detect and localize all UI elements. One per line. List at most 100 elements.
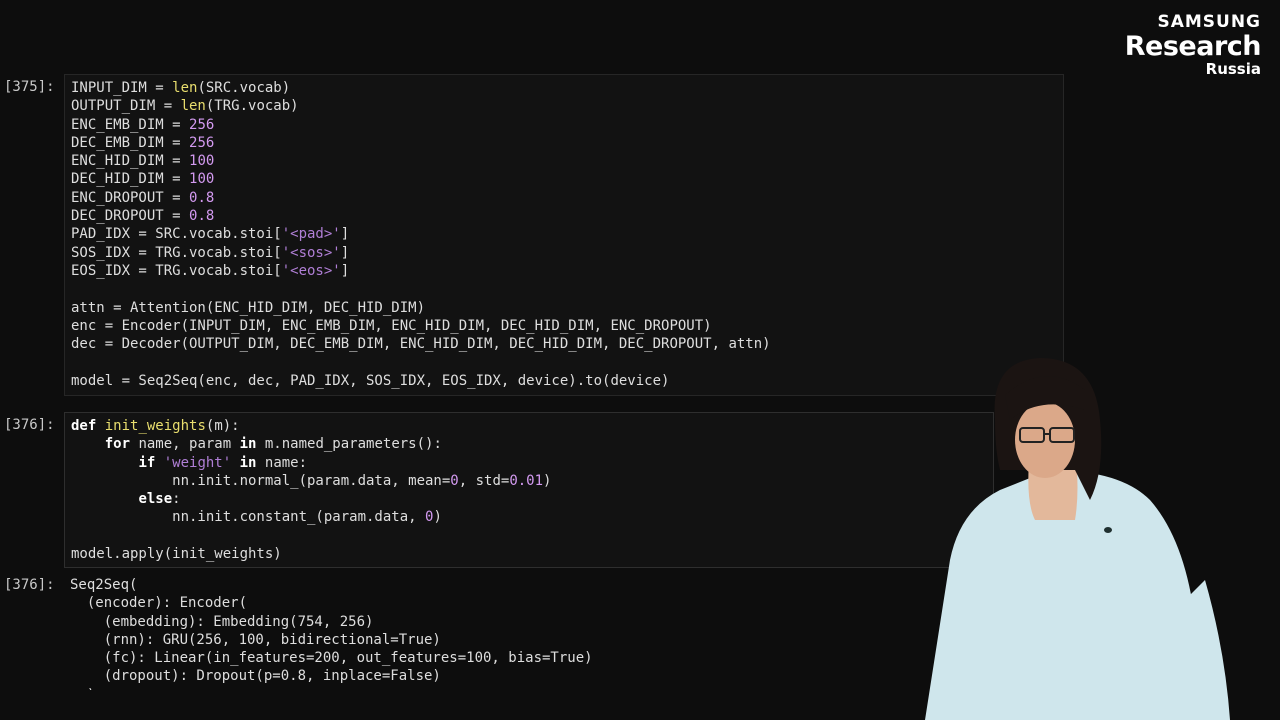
code-token: (SRC.vocab) <box>197 80 291 96</box>
code-token: nn.init.normal_(param.data, mean= <box>71 472 451 489</box>
output-line: (rnn): GRU(256, 100, bidirectional=True) <box>70 631 441 648</box>
code-token: (TRG.vocab) <box>205 98 299 115</box>
code-token: ) <box>433 509 442 526</box>
code-line: def init_weights(m): <box>71 417 993 435</box>
code-token: DEC_DROPOUT = <box>71 208 190 225</box>
code-line: DEC_DROPOUT = 0.8 <box>71 207 1063 225</box>
code-token: for <box>104 436 131 453</box>
code-line: ENC_EMB_DIM = 256 <box>71 116 1063 134</box>
code-token: else <box>138 491 173 508</box>
code-token: INPUT_DIM = <box>71 80 173 96</box>
code-line: nn.init.constant_(param.data, 0) <box>71 508 993 526</box>
code-token: (m): <box>205 418 240 434</box>
output-line: (encoder): Encoder( <box>70 595 248 612</box>
code-token: PAD_IDX = SRC.vocab.stoi[ <box>71 226 282 243</box>
code-line: dec = Decoder(OUTPUT_DIM, DEC_EMB_DIM, E… <box>71 335 1063 353</box>
output-line: (fc): Linear(in_features=200, out_featur… <box>70 650 593 667</box>
code-line: OUTPUT_DIM = len(TRG.vocab) <box>71 97 1063 115</box>
output-cell-376: [376]: Seq2Seq( (encoder): Encoder( (emb… <box>0 572 1000 690</box>
logo-line-research: Research <box>1124 31 1262 62</box>
cell-output: Seq2Seq( (encoder): Encoder( (embedding)… <box>64 572 593 690</box>
output-line: ) <box>70 686 593 690</box>
code-token: name: <box>256 454 308 471</box>
code-token: 0.01 <box>509 472 544 489</box>
code-token: '<eos>' <box>281 262 341 279</box>
code-token: DEC_HID_DIM = <box>71 171 190 188</box>
code-token: init_weights <box>104 418 206 434</box>
code-line: EOS_IDX = TRG.vocab.stoi['<eos>'] <box>71 262 1063 280</box>
code-line: ENC_HID_DIM = 100 <box>71 152 1063 170</box>
code-line: DEC_EMB_DIM = 256 <box>71 134 1063 152</box>
code-token: dec = Decoder(OUTPUT_DIM, DEC_EMB_DIM, E… <box>71 336 771 353</box>
code-token: 100 <box>189 171 215 188</box>
code-token: m.named_parameters(): <box>256 436 442 453</box>
code-token: ENC_HID_DIM = <box>71 153 190 170</box>
code-line: enc = Encoder(INPUT_DIM, ENC_EMB_DIM, EN… <box>71 317 1063 335</box>
code-token: 'weight' <box>163 454 232 471</box>
code-token: 256 <box>189 134 215 151</box>
code-token: OUTPUT_DIM = <box>71 98 181 115</box>
output-line: Seq2Seq( <box>70 577 138 593</box>
code-token: in <box>239 454 257 471</box>
code-line: PAD_IDX = SRC.vocab.stoi['<pad>'] <box>71 225 1063 243</box>
output-line: (dropout): Dropout(p=0.8, inplace=False) <box>70 668 441 685</box>
output-line: (embedding): Embedding(754, 256) <box>70 613 374 630</box>
code-token: enc = Encoder(INPUT_DIM, ENC_EMB_DIM, EN… <box>71 317 712 334</box>
logo-line-russia: Russia <box>1205 60 1261 78</box>
code-token: 256 <box>189 116 215 133</box>
code-line: if 'weight' in name: <box>71 454 993 472</box>
code-line: else: <box>71 490 993 508</box>
code-token: EOS_IDX = TRG.vocab.stoi[ <box>71 262 282 279</box>
code-token: model = Seq2Seq(enc, dec, PAD_IDX, SOS_I… <box>71 372 670 389</box>
code-token: ENC_DROPOUT = <box>71 189 190 206</box>
output-prompt: [376]: <box>4 577 55 593</box>
code-token: '<sos>' <box>281 244 341 261</box>
code-token: : <box>172 491 181 508</box>
code-token: nn.init.constant_(param.data, <box>71 509 426 526</box>
cell-prompt: [376]: <box>4 417 55 433</box>
code-token: attn = Attention(ENC_HID_DIM, DEC_HID_DI… <box>71 299 426 316</box>
code-token: '<pad>' <box>281 226 341 243</box>
code-token: len <box>180 98 206 115</box>
code-token: ] <box>340 244 350 261</box>
code-token: 0.8 <box>189 189 215 206</box>
code-token: DEC_EMB_DIM = <box>71 134 190 151</box>
code-line: model.apply(init_weights) <box>71 545 993 563</box>
code-line: nn.init.normal_(param.data, mean=0, std=… <box>71 472 993 490</box>
code-token: model.apply(init_weights) <box>71 546 282 563</box>
code-token: ] <box>340 226 350 243</box>
code-cell-375: [375]: INPUT_DIM = len(SRC.vocab) OUTPUT_… <box>0 74 1070 400</box>
code-token: 100 <box>189 153 215 170</box>
code-token: name, param <box>130 436 240 453</box>
code-token: def <box>71 418 97 434</box>
code-line: DEC_HID_DIM = 100 <box>71 170 1063 188</box>
code-editor[interactable]: INPUT_DIM = len(SRC.vocab) OUTPUT_DIM = l… <box>64 74 1064 396</box>
code-cell-376: [376]: def init_weights(m): for name, pa… <box>0 412 1070 570</box>
code-token: 0.8 <box>189 208 215 225</box>
code-token: in <box>239 436 257 453</box>
code-token: 0 <box>450 472 459 489</box>
code-token: ENC_EMB_DIM = <box>71 116 190 133</box>
code-token: SOS_IDX = TRG.vocab.stoi[ <box>71 244 282 261</box>
code-token: ) <box>543 472 552 489</box>
code-line: INPUT_DIM = len(SRC.vocab) <box>71 79 1063 97</box>
code-editor[interactable]: def init_weights(m): for name, param in … <box>64 412 994 568</box>
code-token: len <box>172 80 198 96</box>
code-line: attn = Attention(ENC_HID_DIM, DEC_HID_DI… <box>71 299 1063 317</box>
code-line: model = Seq2Seq(enc, dec, PAD_IDX, SOS_I… <box>71 372 1063 390</box>
code-line: ENC_DROPOUT = 0.8 <box>71 189 1063 207</box>
cell-prompt: [375]: <box>4 79 55 95</box>
code-token: if <box>138 454 156 471</box>
code-token: ] <box>340 262 350 279</box>
samsung-research-logo: SAMSUNG Research Russia <box>1124 12 1262 78</box>
logo-line-samsung: SAMSUNG <box>1157 12 1261 32</box>
